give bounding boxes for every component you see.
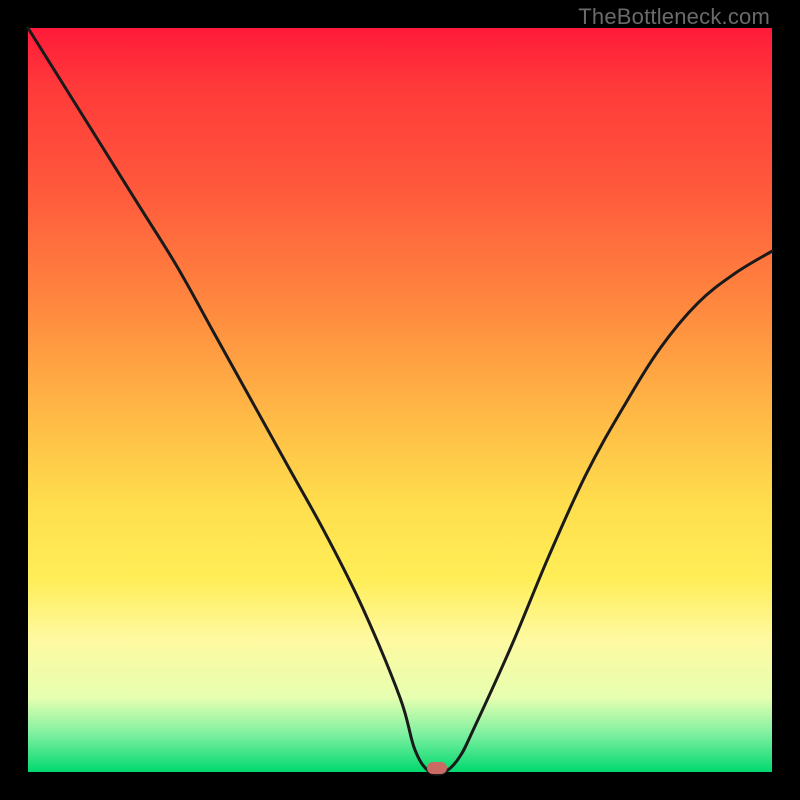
bottleneck-curve	[28, 28, 772, 775]
watermark-text: TheBottleneck.com	[578, 4, 770, 30]
curve-svg	[28, 28, 772, 772]
chart-frame: TheBottleneck.com	[0, 0, 800, 800]
plot-area	[28, 28, 772, 772]
balance-marker	[427, 762, 447, 774]
